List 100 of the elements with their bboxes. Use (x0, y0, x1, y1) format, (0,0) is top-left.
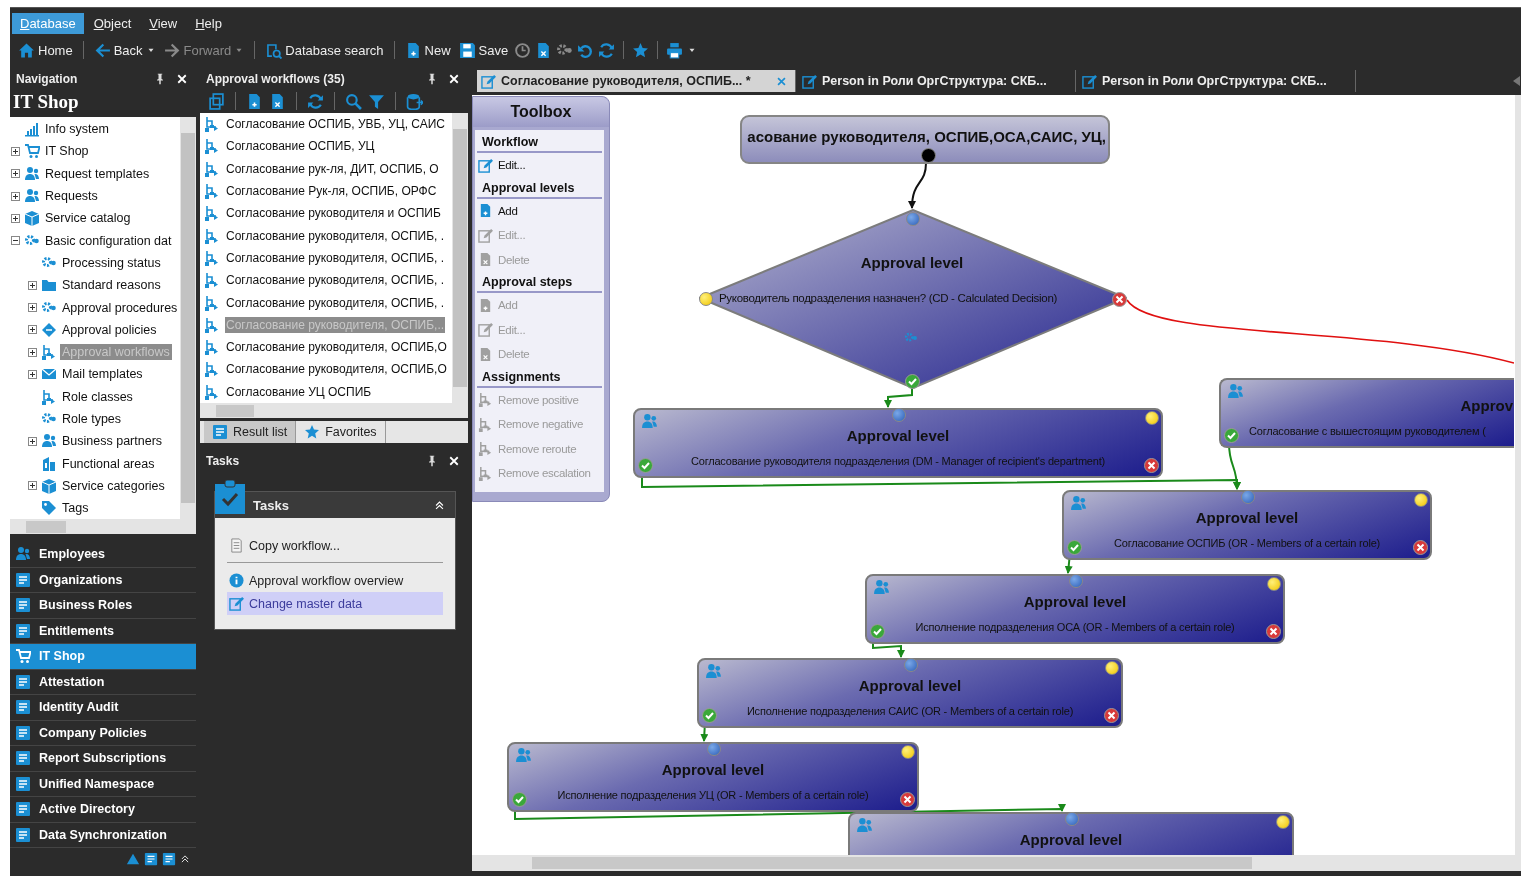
pin-icon[interactable] (154, 73, 166, 85)
print-icon[interactable] (666, 41, 684, 59)
tree-item[interactable]: Request templates (43, 165, 152, 182)
tree-item[interactable]: Functional areas (60, 455, 157, 472)
expand-toggle[interactable] (11, 191, 20, 201)
workflow-item[interactable]: Согласование руководителя, ОСПИБ,О (225, 361, 448, 378)
workflow-start-node[interactable]: асование руководителя, ОСПИБ,ОСА,САИС, УЦ, (740, 115, 1110, 164)
tree-item[interactable]: Basic configuration dat (43, 232, 174, 249)
document-plus-icon[interactable] (246, 92, 263, 110)
database-icon[interactable] (406, 92, 423, 110)
refresh-icon[interactable] (598, 41, 616, 59)
scrollbar[interactable] (472, 855, 1521, 871)
navigation-section[interactable]: Company Policies (10, 720, 196, 746)
task-link[interactable]: Copy workflow... (227, 534, 443, 557)
task-link[interactable]: Approval workflow overview (227, 569, 443, 592)
tree-item[interactable]: Role types (60, 411, 124, 427)
scroll-left-icon[interactable] (1513, 76, 1521, 86)
toolbar-button[interactable]: Save (456, 41, 511, 59)
approval-level-node[interactable]: Approval level (848, 812, 1294, 855)
expand-toggle[interactable] (28, 280, 37, 290)
document-x-icon[interactable] (269, 92, 286, 110)
document-tab[interactable]: Person in Роли ОргСтруктура: СКБ... (798, 70, 1076, 92)
tile-icon[interactable] (162, 852, 176, 866)
tree-item[interactable]: Service categories (60, 477, 167, 494)
tile-icon[interactable] (144, 852, 158, 866)
refresh-icon[interactable] (307, 92, 324, 110)
toolbar-button[interactable]: Home (16, 41, 75, 59)
workflow-item[interactable]: Согласование ОСПИБ, УЦ (225, 138, 376, 155)
workflow-item[interactable]: Согласование УЦ ОСПИБ (225, 383, 373, 400)
scrollbar[interactable] (200, 403, 468, 418)
expand-toggle[interactable] (11, 169, 20, 179)
navigation-section[interactable]: Business Roles (10, 593, 196, 619)
document-tab[interactable]: Согласование руководителя, ОСПИБ... * (477, 70, 796, 92)
menu-item[interactable]: View (141, 12, 186, 34)
expand-toggle[interactable] (11, 213, 20, 223)
search-icon[interactable] (345, 92, 362, 110)
toolbox-action[interactable]: Edit... (475, 153, 604, 178)
workflow-item[interactable]: Согласование ОСПИБ, УВБ, УЦ, САИС (225, 116, 447, 133)
scrollbar[interactable] (180, 117, 196, 519)
menu-item[interactable]: Object (85, 12, 140, 34)
task-link[interactable]: Change master data (227, 592, 443, 615)
result-tab[interactable]: Favorites (296, 421, 386, 443)
scrollbar[interactable] (452, 113, 468, 403)
triangle-icon[interactable] (126, 852, 140, 866)
navigation-section[interactable]: Organizations (10, 567, 196, 593)
tree-item[interactable]: Standard reasons (60, 277, 163, 294)
expand-toggle[interactable] (28, 325, 37, 335)
tree-item[interactable]: Requests (43, 188, 100, 205)
document-tab[interactable]: Person in Роли ОргСтруктура: СКБ... (1078, 70, 1356, 92)
collapse-toggle[interactable] (11, 236, 20, 246)
expand-toggle[interactable] (11, 146, 20, 156)
approval-level-node[interactable]: Approval level Исполнение подразделения УЦ (OR - Members of a certain role) (507, 742, 919, 812)
pin-icon[interactable] (426, 73, 438, 85)
navigation-section[interactable]: Report Subscriptions (10, 746, 196, 772)
tree-item[interactable]: Business partners (60, 433, 165, 450)
toolbar-button[interactable]: Database search (263, 41, 386, 59)
clock-icon[interactable] (514, 41, 532, 59)
expand-toggle[interactable] (28, 303, 37, 312)
navigation-section[interactable]: Active Directory (10, 797, 196, 823)
scrollbar[interactable] (10, 519, 196, 534)
navigation-section[interactable]: Unified Namespace (10, 771, 196, 797)
toolbox-action[interactable]: Add (475, 198, 604, 223)
tree-item[interactable]: Service catalog (43, 210, 133, 227)
navigation-section[interactable]: Identity Audit (10, 695, 196, 721)
toolbar-button[interactable]: Back (91, 41, 158, 59)
workflow-item[interactable]: Согласование рук-ля, ДИТ, ОСПИБ, О (225, 160, 440, 177)
copy-icon[interactable] (208, 92, 225, 110)
expand-toggle[interactable] (28, 347, 37, 357)
approval-level-node[interactable]: Approval level Исполнение подразделения ОСА (OR - Members of a certain role) (865, 574, 1285, 644)
navigation-section[interactable]: Attestation (10, 669, 196, 695)
tree-item[interactable]: Processing status (60, 254, 163, 271)
tree-item[interactable]: Approval policies (60, 321, 159, 338)
menu-item[interactable]: Help (187, 12, 230, 34)
workflow-item[interactable]: Согласование руководителя, ОСПИБ, . (225, 249, 446, 266)
expand-toggle[interactable] (28, 481, 37, 491)
tree-item[interactable]: Mail templates (60, 366, 145, 383)
pin-icon[interactable] (426, 455, 438, 467)
tree-item[interactable]: Tags (60, 500, 91, 517)
navigation-section[interactable]: Employees (10, 542, 196, 568)
result-tab[interactable]: Result list (204, 421, 297, 443)
tree-item[interactable]: Info system (43, 121, 111, 138)
scrollbar[interactable] (1515, 95, 1521, 855)
toolbar-button[interactable]: New (402, 41, 453, 59)
approval-level-node[interactable]: Approval level Исполнение подразделения САИС (OR - Members of a certain role) (697, 658, 1123, 728)
workflow-item[interactable]: Согласование руководителя, ОСПИБ, . (225, 227, 446, 244)
workflow-item[interactable]: Согласование руководителя и ОСПИБ (225, 205, 442, 222)
approval-level-node[interactable]: Approval level Согласование руководителя подразделения (DM - Manager of recipient's department) (633, 408, 1163, 478)
chevrons-up-icon[interactable] (180, 854, 190, 864)
tree-item[interactable]: Role classes (60, 388, 135, 405)
approval-level-node[interactable]: Approval level Согласование ОСПИБ (OR - Members of a certain role) (1062, 490, 1432, 560)
expand-toggle[interactable] (28, 436, 37, 446)
workflow-item[interactable]: Согласование Рук-ля, ОСПИБ, ОРФС (225, 183, 438, 200)
navigation-section[interactable]: Data Synchronization (10, 822, 196, 848)
navigation-section[interactable]: IT Shop (10, 644, 196, 670)
workflow-item[interactable]: Согласование руководителя, ОСПИБ, . (225, 294, 446, 311)
expand-toggle[interactable] (28, 369, 37, 379)
workflow-item[interactable]: Согласование руководителя, ОСПИБ, . (225, 272, 446, 289)
funnel-icon[interactable] (368, 92, 385, 110)
chevrons-up-icon[interactable] (434, 499, 445, 511)
workflow-item[interactable]: Согласование руководителя, ОСПИБ,О (225, 339, 448, 356)
